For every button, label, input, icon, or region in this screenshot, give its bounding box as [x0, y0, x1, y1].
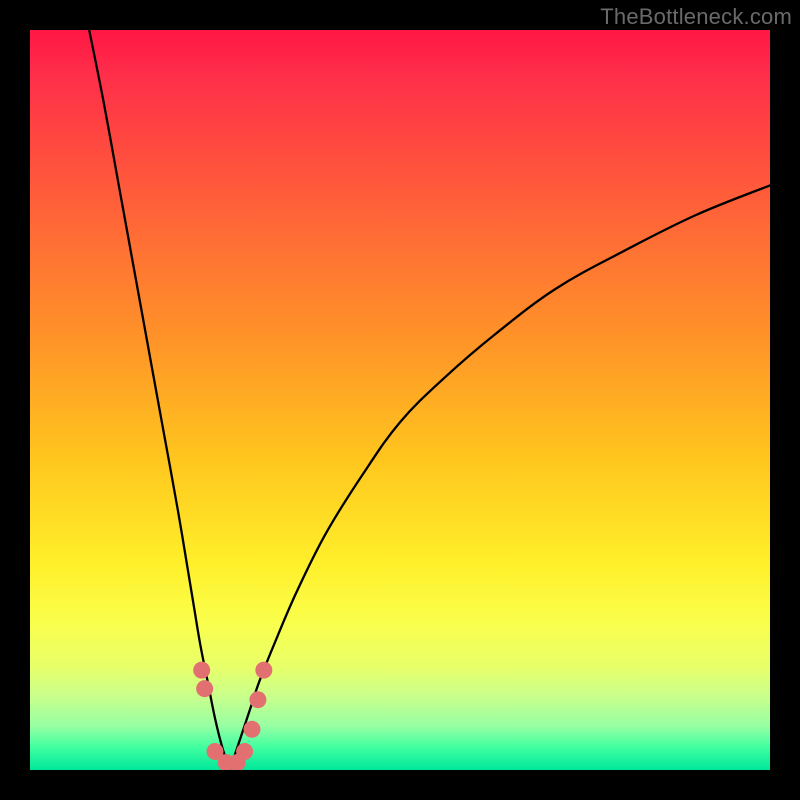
optimal-marker: [255, 662, 272, 679]
chart-frame: TheBottleneck.com: [0, 0, 800, 800]
optimal-markers: [193, 662, 272, 770]
curve-layer: [30, 30, 770, 770]
optimal-marker: [236, 743, 253, 760]
curve-left-branch: [89, 30, 230, 770]
optimal-marker: [193, 662, 210, 679]
watermark-text: TheBottleneck.com: [600, 4, 792, 30]
optimal-marker: [244, 721, 261, 738]
plot-area: [30, 30, 770, 770]
optimal-marker: [249, 691, 266, 708]
optimal-marker: [196, 680, 213, 697]
curve-right-branch: [230, 185, 770, 770]
